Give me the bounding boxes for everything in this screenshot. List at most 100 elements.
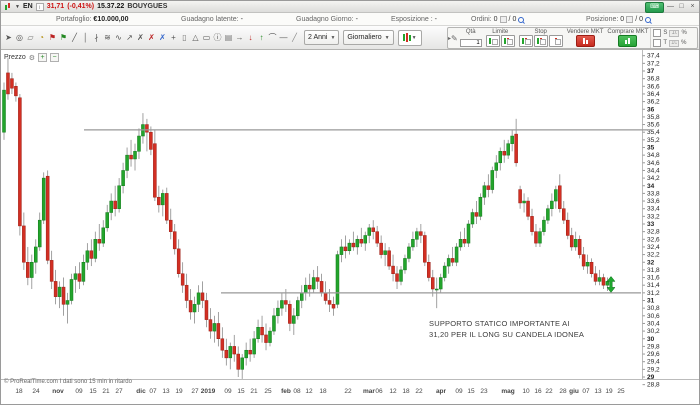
buy-limit-button[interactable] (486, 35, 500, 47)
orders-info: Ordini: 0 / 0 (471, 16, 524, 23)
move-tool-icon[interactable]: + (168, 31, 179, 45)
price-tick-label: 35 (647, 145, 655, 152)
zoom-in-button[interactable]: + (38, 53, 47, 62)
delete-object-tool-icon[interactable]: ✗ (146, 31, 157, 45)
position-list-icon[interactable] (626, 16, 633, 23)
trend-arrow-tool-icon[interactable]: ↗ (124, 31, 135, 45)
candle (82, 262, 85, 281)
chevron-down-icon: ▼ (412, 35, 417, 41)
zigzag-tool-icon[interactable]: ∿ (113, 31, 124, 45)
buy-stop-button[interactable] (519, 35, 533, 47)
position-search-icon[interactable] (645, 17, 651, 23)
arrow-up-tool-icon[interactable]: ↑ (256, 31, 267, 45)
price-tick-label: 35,2 (647, 137, 660, 144)
account-info-bar: Portafoglio: €10.000,00 Guadagno latente… (1, 13, 699, 26)
info-tool-icon[interactable]: ⓘ (212, 31, 223, 45)
candlestick-chart-canvas: 37,437,23736,836,636,436,23635,835,635,4… (1, 50, 700, 405)
extended-line-tool-icon[interactable]: ∤ (91, 31, 102, 45)
portfolio-info: Portafoglio: €10.000,00 (56, 16, 128, 23)
candle (296, 301, 299, 316)
stop-checkbox[interactable] (653, 29, 661, 37)
candle (193, 304, 196, 312)
candle (268, 331, 271, 342)
stop-distance-input[interactable] (669, 30, 679, 37)
close-button[interactable]: × (688, 3, 697, 12)
trailing-stop-button[interactable] (549, 35, 563, 47)
candle (574, 239, 577, 247)
arrow-right-tool-icon[interactable]: → (234, 31, 245, 45)
candle (201, 293, 204, 301)
gear-icon[interactable]: ⚙ (29, 54, 35, 62)
buy-market-button[interactable] (618, 35, 637, 47)
fibonacci-tool-icon[interactable]: ≋ (102, 31, 113, 45)
edit-order-icon[interactable]: ✎ (451, 34, 458, 43)
alert-tool-icon[interactable]: ◔ (36, 31, 47, 45)
chevron-down-icon[interactable]: ▼ (15, 4, 20, 10)
minimize-button[interactable]: — (666, 3, 675, 12)
app-logo-icon (4, 3, 12, 11)
candle (241, 358, 244, 369)
target-checkbox[interactable] (653, 39, 661, 47)
strike-tool-icon[interactable]: ✗ (135, 31, 146, 45)
price-tick-label: 33,8 (647, 190, 660, 197)
rectangle-tool-icon[interactable]: ▭ (201, 31, 212, 45)
stop-target-options: S % T % (650, 28, 688, 48)
trendline-tool-icon[interactable]: ╱ (69, 31, 80, 45)
candle (165, 193, 168, 220)
eraser-tool-icon[interactable]: ▱ (25, 31, 36, 45)
candle (213, 323, 216, 331)
date-label: dic (136, 388, 146, 395)
candle (141, 125, 144, 136)
note-tool-icon[interactable]: ▤ (223, 31, 234, 45)
date-label: 2019 (201, 388, 216, 395)
timeframe-select[interactable]: Giornaliero ▼ (343, 30, 393, 45)
candle (550, 201, 553, 209)
annotation-line-2: 31,20 PER IL LONG SU CANDELA IDONEA (429, 329, 584, 340)
keyboard-shortcut-button[interactable]: ⌨ (645, 2, 664, 13)
orders-list-icon[interactable] (500, 16, 507, 23)
sell-market-button[interactable] (576, 35, 595, 47)
oblique-tool-icon[interactable]: ╱ (289, 31, 300, 45)
lasso-tool-icon[interactable]: ⌒ (267, 31, 278, 45)
triangle-tool-icon[interactable]: △ (190, 31, 201, 45)
latent-gain-info: Guadagno latente: - (181, 16, 243, 23)
price-chart[interactable]: 37,437,23736,836,636,436,23635,835,635,4… (1, 50, 700, 405)
maximize-button[interactable]: □ (677, 3, 686, 12)
period-select[interactable]: 2 Anni ▼ (304, 30, 339, 45)
price-tick-label: 31 (647, 298, 655, 305)
candle (455, 247, 458, 262)
zoom-tool-icon[interactable]: ◎ (14, 31, 25, 45)
candle (249, 350, 252, 354)
sell-flag-tool-icon[interactable]: ⚑ (47, 31, 58, 45)
arrow-down-tool-icon[interactable]: ↓ (245, 31, 256, 45)
title-bar: ▼ EN i 31,71 (-0,41%) 15.37.22 BOUYGUES … (1, 1, 699, 13)
candle (411, 239, 414, 247)
candle (46, 176, 49, 260)
candle (558, 186, 561, 209)
candle (407, 247, 410, 258)
sell-limit-button[interactable] (501, 35, 515, 47)
hline-tool-icon[interactable]: — (278, 31, 289, 45)
candle (447, 258, 450, 266)
orders-open-count: 0 (494, 16, 498, 23)
orders-search-icon[interactable] (518, 17, 524, 23)
chart-type-button[interactable]: ▼ (398, 30, 422, 46)
instrument-info-icon[interactable]: i (36, 3, 44, 11)
portfolio-value: €10.000,00 (93, 16, 128, 23)
candles-icon (628, 38, 630, 44)
candle (276, 308, 279, 316)
candle (197, 293, 200, 304)
delete-all-tool-icon[interactable]: ✗ (157, 31, 168, 45)
date-label: 21 (102, 388, 110, 395)
cursor-tool-icon[interactable]: ➤ (3, 31, 14, 45)
buy-flag-tool-icon[interactable]: ⚑ (58, 31, 69, 45)
target-distance-input[interactable] (669, 40, 679, 47)
sell-stop-button[interactable] (534, 35, 548, 47)
price-tick-label: 34,8 (647, 152, 660, 159)
candle (284, 301, 287, 305)
price-tick-label: 32 (647, 259, 655, 266)
zoom-out-button[interactable]: − (50, 53, 59, 62)
quantity-input[interactable] (460, 39, 482, 47)
trash-tool-icon[interactable]: ▯ (179, 31, 190, 45)
vertical-line-tool-icon[interactable]: │ (80, 31, 91, 45)
